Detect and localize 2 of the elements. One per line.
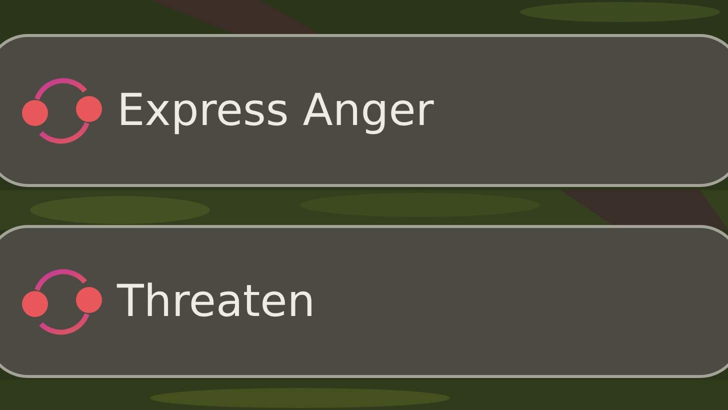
dialogue-option[interactable]: Express Anger [0,34,728,187]
dialogue-option[interactable]: Threaten [0,225,728,378]
